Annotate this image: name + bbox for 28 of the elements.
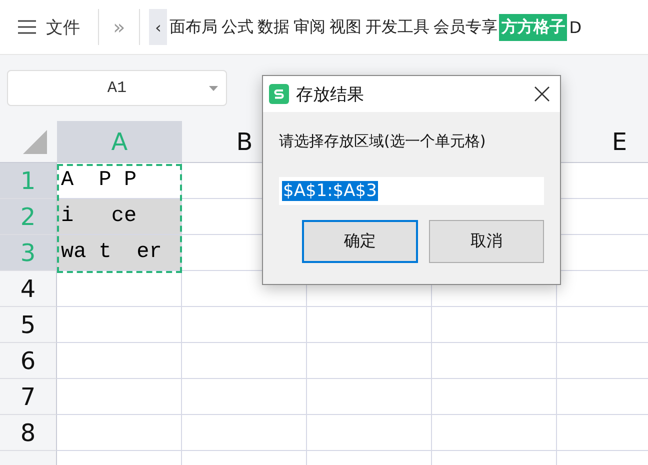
ribbon-tab[interactable]: 会员专享 (431, 14, 500, 40)
ribbon-tab[interactable]: 数据 (255, 14, 292, 40)
dialog-title: 存放结果 (296, 84, 365, 106)
ribbon-tab[interactable]: D (567, 14, 584, 40)
menu-icon[interactable] (17, 19, 37, 35)
scroll-left-button[interactable]: ‹ (149, 9, 168, 45)
app-logo-icon (269, 84, 289, 104)
row-header[interactable]: 7 (0, 379, 57, 415)
ok-button[interactable]: 确定 (302, 220, 418, 263)
cancel-button[interactable]: 取消 (428, 220, 544, 263)
select-all-icon[interactable] (23, 130, 47, 154)
ribbon-tab[interactable]: 面布局 (167, 14, 220, 40)
close-icon[interactable] (534, 86, 550, 102)
input-field[interactable]: $A$1:$A$3 (279, 177, 544, 205)
table-cell: i ce (57, 199, 182, 235)
ribbon-tab[interactable]: 视图 (327, 14, 364, 40)
table-cell: wa t er (57, 235, 182, 271)
ribbon-tab[interactable]: 开发工具 (363, 14, 432, 40)
ribbon-tab[interactable]: 审阅 (291, 14, 328, 40)
row-header[interactable]: 5 (0, 307, 57, 343)
row-header[interactable]: 6 (0, 343, 57, 379)
row-header[interactable]: 4 (0, 271, 57, 307)
name-box[interactable]: A1 (7, 70, 227, 106)
caret-icon[interactable] (209, 86, 218, 91)
table-cell: A P P (57, 163, 182, 199)
file-menu[interactable]: 文件 (0, 16, 98, 38)
row-header[interactable]: 8 (0, 415, 57, 451)
ribbon-tab[interactable]: 公式 (219, 14, 256, 40)
